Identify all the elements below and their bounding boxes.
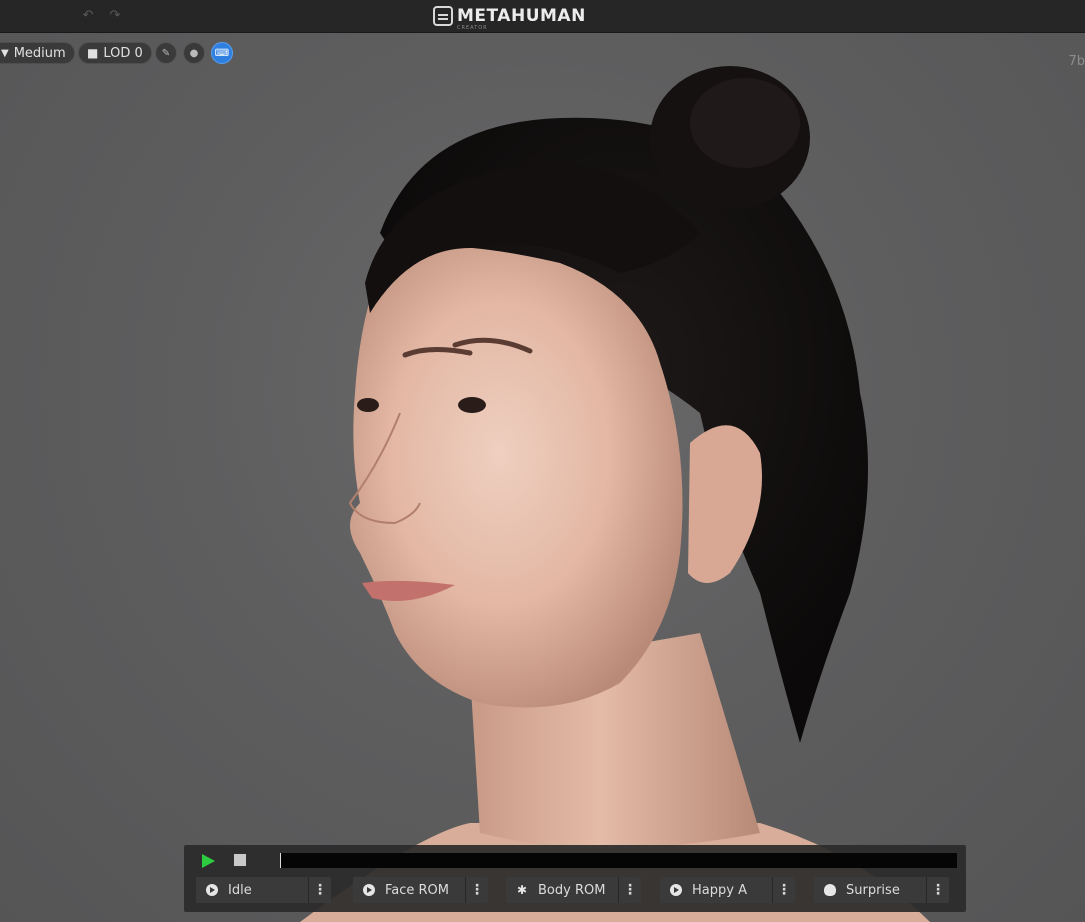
cube-icon: ■	[87, 46, 99, 60]
playhead[interactable]	[280, 853, 281, 868]
redo-icon[interactable]: ↷	[107, 8, 123, 24]
pose-icon: ✎	[161, 47, 171, 59]
play-circle-icon	[363, 884, 375, 896]
animation-surprise[interactable]: Surprise ⋮	[814, 877, 949, 903]
stop-icon[interactable]	[234, 854, 246, 866]
sphere-icon: ●	[189, 47, 199, 59]
metahuman-logo-icon	[433, 6, 453, 26]
animation-body-rom[interactable]: ✱ Body ROM ⋮	[506, 877, 641, 903]
animation-label: Happy A	[692, 882, 747, 898]
play-circle-icon	[206, 884, 218, 896]
animation-label: Surprise	[846, 882, 900, 898]
quality-label: Medium	[13, 45, 66, 61]
animation-face-rom[interactable]: Face ROM ⋮	[353, 877, 488, 903]
more-options-icon[interactable]: ⋮	[772, 877, 795, 903]
timeline-scrubber[interactable]	[280, 853, 957, 868]
quality-dropdown[interactable]: ▼ Medium	[0, 42, 75, 64]
animation-label: Idle	[228, 882, 252, 898]
keyboard-button[interactable]: ⌨	[211, 42, 233, 64]
undo-icon[interactable]: ↶	[80, 8, 96, 24]
more-options-icon[interactable]: ⋮	[308, 877, 331, 903]
pose-button[interactable]: ✎	[155, 42, 177, 64]
play-circle-icon	[670, 884, 682, 896]
animation-idle[interactable]: Idle ⋮	[196, 877, 331, 903]
viewport[interactable]: ▼ Medium ■ LOD 0 ✎ ● ⌨ 7b Idle ⋮ Face RO…	[0, 33, 1085, 922]
lod-dropdown[interactable]: ■ LOD 0	[78, 42, 152, 64]
playback-panel: Idle ⋮ Face ROM ⋮ ✱ Body ROM ⋮ Happy A ⋮…	[184, 845, 966, 912]
keyboard-icon: ⌨	[214, 47, 230, 59]
app-subtitle: CREATOR	[457, 25, 488, 31]
sphere-button[interactable]: ●	[183, 42, 205, 64]
animation-label: Body ROM	[538, 882, 606, 898]
animation-label: Face ROM	[385, 882, 450, 898]
more-options-icon[interactable]: ⋮	[465, 877, 488, 903]
lod-label: LOD 0	[103, 45, 143, 61]
play-icon[interactable]	[202, 854, 215, 868]
character-render	[300, 66, 930, 922]
skull-icon	[824, 884, 836, 896]
running-person-icon: ✱	[516, 883, 528, 897]
diamond-icon: ▼	[1, 47, 9, 59]
more-options-icon[interactable]: ⋮	[618, 877, 641, 903]
animation-happy-a[interactable]: Happy A ⋮	[660, 877, 795, 903]
title-bar: ↶ ↷ METAHUMAN CREATOR	[0, 0, 1085, 33]
app-title: METAHUMAN	[457, 5, 586, 26]
app-logo: METAHUMAN CREATOR	[433, 5, 586, 31]
more-options-icon[interactable]: ⋮	[926, 877, 949, 903]
corner-label: 7b	[1068, 54, 1085, 69]
